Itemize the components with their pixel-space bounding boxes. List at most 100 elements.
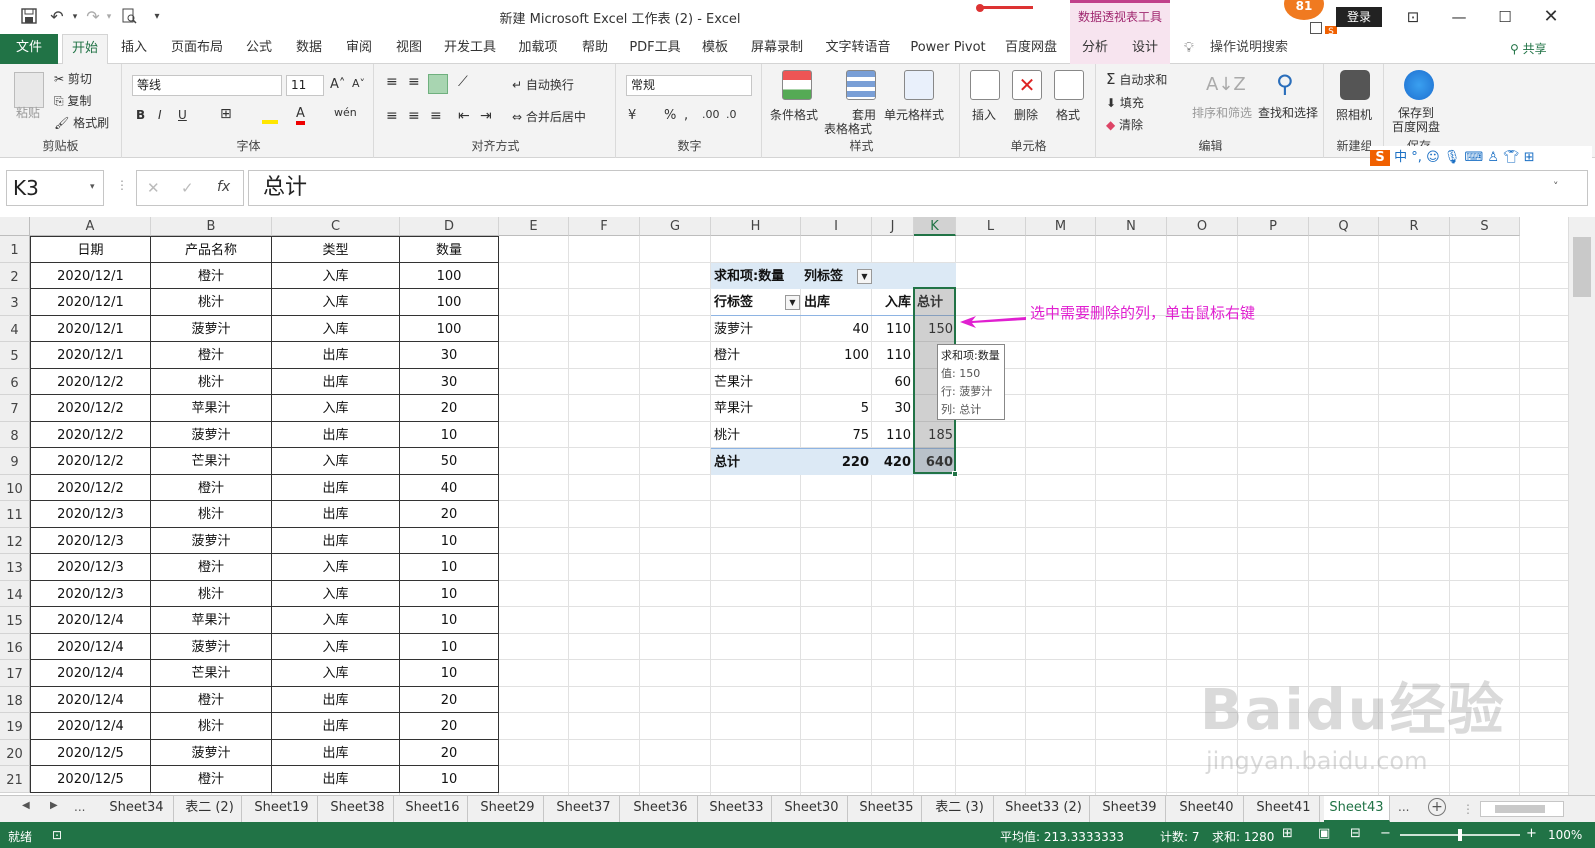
table-cell[interactable]: 出库	[272, 527, 400, 554]
select-all-button[interactable]	[0, 217, 30, 236]
table-cell[interactable]: 入库	[272, 315, 400, 342]
pivot-band-cell[interactable]	[914, 262, 956, 289]
zoom-out-icon[interactable]: −	[1380, 826, 1391, 841]
column-header-g[interactable]: G	[640, 217, 711, 236]
table-cell[interactable]: 桃汁	[151, 289, 272, 316]
ime-grid-icon[interactable]: ⊞	[1524, 150, 1535, 165]
pivot-value-in[interactable]: 110	[872, 342, 914, 369]
expand-formula-icon[interactable]: ˅	[1553, 180, 1559, 193]
sheet-tab[interactable]: Sheet35	[852, 796, 922, 822]
table-cell[interactable]: 10	[400, 660, 499, 687]
sheet-tab[interactable]: Sheet43	[1324, 796, 1390, 822]
cancel-icon[interactable]: ✕	[147, 179, 160, 197]
pivot-grand-total-label[interactable]: 总计	[711, 448, 801, 475]
column-header-j[interactable]: J	[872, 217, 914, 236]
tab-templates[interactable]: 模板	[694, 34, 736, 64]
row-header-9[interactable]: 9	[0, 448, 30, 475]
row-filter-dropdown-icon[interactable]: ▼	[785, 295, 800, 310]
insert-cells-button[interactable]: 插入	[972, 106, 996, 123]
column-header-k[interactable]: K	[914, 217, 956, 236]
zoom-slider-thumb[interactable]	[1458, 829, 1462, 841]
column-header-m[interactable]: M	[1026, 217, 1096, 236]
orientation-icon[interactable]: ⟋	[458, 74, 468, 90]
table-cell[interactable]: 入库	[272, 262, 400, 289]
camera-icon[interactable]	[1340, 70, 1370, 100]
row-header-15[interactable]: 15	[0, 607, 30, 634]
print-preview-icon[interactable]	[120, 8, 138, 26]
percent-icon[interactable]: %	[664, 108, 676, 123]
table-cell[interactable]: 入库	[272, 289, 400, 316]
align-middle-icon[interactable]: ≡	[408, 74, 420, 90]
row-header-8[interactable]: 8	[0, 421, 30, 448]
table-header-cell[interactable]: 数量	[400, 236, 499, 263]
table-cell[interactable]: 出库	[272, 766, 400, 793]
tab-insert[interactable]: 插入	[112, 34, 156, 64]
pivot-value-out[interactable]: 75	[801, 422, 872, 449]
autosum-button[interactable]: Σ 自动求和	[1106, 70, 1167, 88]
pivot-value-in[interactable]: 110	[872, 316, 914, 343]
fill-color-icon[interactable]	[262, 106, 278, 124]
row-header-10[interactable]: 10	[0, 474, 30, 501]
paste-button[interactable]: 粘贴	[16, 104, 40, 121]
table-cell[interactable]: 2020/12/4	[30, 686, 151, 713]
table-cell[interactable]: 20	[400, 713, 499, 740]
table-cell[interactable]: 苹果汁	[151, 395, 272, 422]
cell-styles-icon[interactable]	[904, 70, 934, 100]
horizontal-scroll-thumb[interactable]	[1495, 805, 1545, 813]
table-cell[interactable]: 2020/12/1	[30, 342, 151, 369]
row-header-5[interactable]: 5	[0, 342, 30, 369]
column-header-p[interactable]: P	[1238, 217, 1309, 236]
column-header-o[interactable]: O	[1167, 217, 1238, 236]
table-cell[interactable]: 橙汁	[151, 342, 272, 369]
table-cell[interactable]: 20	[400, 739, 499, 766]
table-format-button-line2[interactable]: 表格格式	[824, 120, 872, 137]
scroll-tabs-left-icon[interactable]: ◀	[22, 800, 30, 811]
table-cell[interactable]: 菠萝汁	[151, 315, 272, 342]
table-cell[interactable]: 2020/12/3	[30, 527, 151, 554]
tab-analyze[interactable]: 分析	[1070, 34, 1120, 64]
delete-cells-button[interactable]: 删除	[1014, 106, 1038, 123]
cut-button[interactable]: ✂ 剪切	[54, 70, 92, 87]
table-cell[interactable]: 2020/12/3	[30, 501, 151, 528]
pivot-row-label-cell[interactable]: 菠萝汁	[711, 316, 801, 343]
paste-icon[interactable]	[14, 72, 44, 108]
table-cell[interactable]: 10	[400, 607, 499, 634]
grow-font-icon[interactable]: A˄	[330, 77, 345, 92]
column-header-n[interactable]: N	[1096, 217, 1167, 236]
save-baidu-line2[interactable]: 百度网盘	[1392, 118, 1440, 135]
table-cell[interactable]: 40	[400, 474, 499, 501]
redo-dropdown-icon[interactable]: ▾	[100, 8, 118, 26]
table-cell[interactable]: 橙汁	[151, 262, 272, 289]
sheet-tab[interactable]: Sheet40	[1170, 796, 1244, 822]
tab-view[interactable]: 视图	[388, 34, 430, 64]
table-cell[interactable]: 10	[400, 633, 499, 660]
ribbon-display-options-icon[interactable]: ⊡	[1390, 4, 1436, 30]
table-cell[interactable]: 桃汁	[151, 580, 272, 607]
delete-cells-icon[interactable]: ✕	[1012, 70, 1042, 100]
table-cell[interactable]: 橙汁	[151, 474, 272, 501]
tabs-more-right[interactable]: ...	[1398, 800, 1409, 814]
table-cell[interactable]: 橙汁	[151, 766, 272, 793]
table-cell[interactable]: 10	[400, 527, 499, 554]
table-cell[interactable]: 桃汁	[151, 501, 272, 528]
table-header-cell[interactable]: 日期	[30, 236, 151, 263]
column-header-s[interactable]: S	[1450, 217, 1520, 236]
formula-input[interactable]: 总计	[248, 170, 1588, 206]
phonetic-icon[interactable]: wén	[334, 106, 357, 119]
row-header-18[interactable]: 18	[0, 686, 30, 713]
row-header-14[interactable]: 14	[0, 580, 30, 607]
tab-design[interactable]: 设计	[1120, 34, 1170, 64]
undo-icon[interactable]: ↶	[48, 8, 66, 26]
column-header-q[interactable]: Q	[1309, 217, 1379, 236]
border-icon[interactable]: ⊞	[220, 106, 232, 122]
align-bottom-icon[interactable]	[428, 74, 448, 94]
table-cell[interactable]: 10	[400, 580, 499, 607]
table-cell[interactable]: 50	[400, 448, 499, 475]
sheet-tab[interactable]: 表二 (3)	[926, 796, 994, 822]
column-header-c[interactable]: C	[272, 217, 400, 236]
table-cell[interactable]: 2020/12/5	[30, 739, 151, 766]
fill-button[interactable]: ⬇ 填充	[1106, 94, 1144, 111]
table-cell[interactable]: 2020/12/5	[30, 766, 151, 793]
shrink-font-icon[interactable]: A˅	[352, 77, 365, 90]
table-cell[interactable]: 20	[400, 686, 499, 713]
